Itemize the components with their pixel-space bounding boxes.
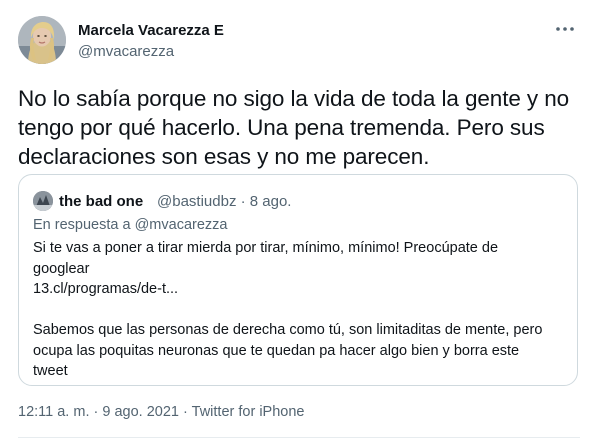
quoted-avatar-image bbox=[33, 191, 53, 211]
quoted-text-line: tweet bbox=[33, 363, 68, 379]
footer-separator: · bbox=[93, 404, 99, 420]
tweet-text: No lo sabía porque no sigo la vida de to… bbox=[18, 86, 570, 169]
quoted-reply-prefix: En respuesta a bbox=[33, 217, 131, 233]
quoted-text-line: ocupa las poquitas neuronas que te queda… bbox=[33, 342, 520, 359]
quoted-link[interactable]: 13.cl/programas/de-t... bbox=[33, 279, 569, 300]
divider bbox=[18, 437, 580, 438]
tweet-card: Marcela Vacarezza E @mvacarezza No lo sa… bbox=[0, 0, 598, 443]
quoted-author-meta[interactable]: @bastiudbz · 8 ago. bbox=[157, 193, 291, 210]
tweet-time[interactable]: 12:11 a. m. bbox=[18, 404, 89, 420]
quoted-author-name[interactable]: the bad one bbox=[59, 193, 143, 210]
quoted-tweet-text: Si te vas a poner a tirar mierda por tir… bbox=[33, 238, 569, 382]
tweet-footer: 12:11 a. m. · 9 ago. 2021 · Twitter for … bbox=[18, 404, 304, 420]
quoted-reply-context: En respuesta a @mvacarezza bbox=[33, 217, 227, 233]
author-handle[interactable]: @mvacarezza bbox=[78, 43, 174, 60]
author-avatar-image bbox=[18, 16, 66, 64]
tweet-source[interactable]: Twitter for iPhone bbox=[192, 404, 305, 420]
more-horizontal-icon[interactable] bbox=[554, 22, 576, 36]
tweet-date[interactable]: 9 ago. 2021 bbox=[102, 404, 179, 420]
quoted-text-line: Si te vas a poner a tirar mierda por tir… bbox=[33, 240, 499, 256]
author-name[interactable]: Marcela Vacarezza E bbox=[78, 22, 224, 39]
quoted-text-line: Sabemos que las personas de derecha como… bbox=[33, 322, 543, 338]
quoted-text-line: googlear bbox=[33, 260, 90, 277]
author-avatar[interactable] bbox=[18, 16, 66, 64]
quoted-text-gap bbox=[33, 300, 569, 321]
quoted-reply-mention[interactable]: @mvacarezza bbox=[135, 217, 228, 233]
quoted-author-avatar[interactable] bbox=[33, 191, 53, 211]
quoted-tweet[interactable]: the bad one @bastiudbz · 8 ago. En respu… bbox=[18, 174, 578, 386]
footer-separator: · bbox=[183, 404, 188, 420]
tweet-header: Marcela Vacarezza E @mvacarezza bbox=[18, 16, 580, 66]
